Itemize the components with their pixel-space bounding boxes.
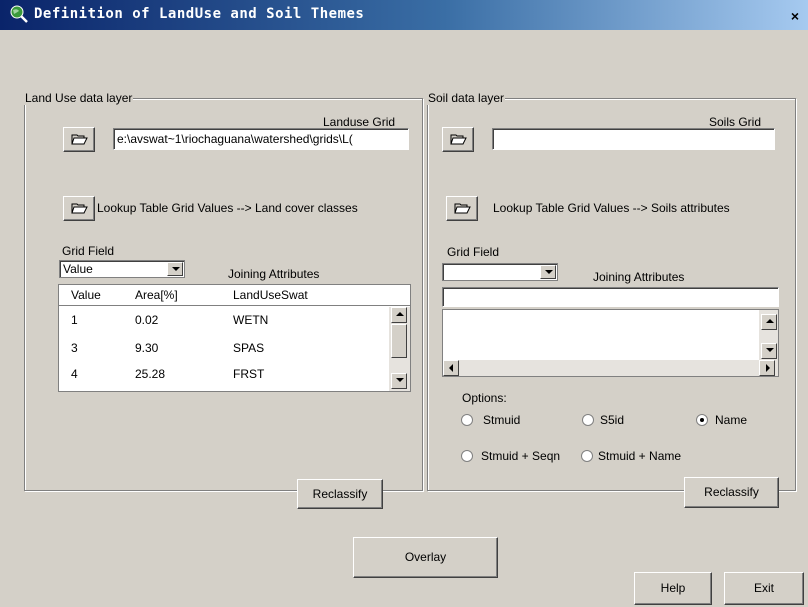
help-button[interactable]: Help — [634, 572, 712, 605]
cell-area: 25.28 — [135, 367, 166, 381]
option-stmuid-name-label: Stmuid + Name — [598, 449, 682, 463]
col-header-landuseswat: LandUseSwat — [233, 288, 308, 302]
soil-grid-browse-button[interactable] — [442, 127, 474, 152]
scroll-down-icon[interactable] — [391, 373, 407, 389]
radio-stmuid-name[interactable] — [581, 450, 593, 462]
cell-value: 4 — [71, 367, 78, 381]
landuse-table-header: Value Area[%] LandUseSwat — [59, 285, 410, 306]
landuse-table[interactable]: Value Area[%] LandUseSwat 1 0.02 WETN 3 … — [58, 284, 411, 392]
soil-table-scrollbar[interactable] — [759, 310, 778, 360]
col-header-value: Value — [71, 288, 101, 302]
overlay-button[interactable]: Overlay — [353, 537, 498, 578]
soil-lookup-label: Lookup Table Grid Values --> Soils attri… — [493, 201, 730, 215]
scroll-thumb[interactable] — [391, 324, 407, 358]
cell-value: 1 — [71, 313, 78, 327]
landuse-lookup-label: Lookup Table Grid Values --> Land cover … — [97, 201, 358, 215]
soil-grid-path[interactable] — [492, 128, 775, 150]
open-folder-icon — [71, 203, 88, 214]
landuse-grid-browse-button[interactable] — [63, 127, 95, 152]
soil-table-header — [442, 287, 779, 307]
radio-stmuid[interactable] — [461, 414, 473, 426]
soil-table-hscrollbar[interactable] — [443, 360, 778, 376]
table-row[interactable]: 4 25.28 FRST — [59, 365, 389, 385]
chevron-down-icon[interactable] — [167, 262, 183, 276]
col-header-area: Area[%] — [135, 288, 178, 302]
landuse-grid-path[interactable]: e:\avswat~1\riochaguana\watershed\grids\… — [113, 128, 409, 150]
scroll-right-icon[interactable] — [759, 360, 775, 376]
landuse-grid-label: Landuse Grid — [323, 115, 396, 129]
landuse-table-scrollbar[interactable] — [389, 307, 410, 391]
scroll-down-icon[interactable] — [761, 343, 777, 359]
scroll-left-icon[interactable] — [443, 360, 459, 376]
window-title: Definition of LandUse and Soil Themes — [34, 6, 365, 22]
option-stmuid-seqn-label: Stmuid + Seqn — [481, 449, 561, 463]
soil-joining-label: Joining Attributes — [593, 270, 685, 284]
landuse-grid-field-select[interactable]: Value — [59, 260, 185, 278]
open-folder-icon — [454, 203, 471, 214]
option-s5id-label: S5id — [600, 413, 625, 427]
scroll-up-icon[interactable] — [761, 314, 777, 330]
radio-stmuid-seqn[interactable] — [461, 450, 473, 462]
chevron-down-icon[interactable] — [540, 265, 556, 279]
soil-reclassify-button[interactable]: Reclassify — [684, 477, 779, 508]
option-name-label: Name — [715, 413, 748, 427]
soil-options-label: Options: — [462, 391, 507, 405]
landuse-joining-label: Joining Attributes — [228, 267, 320, 281]
soil-grid-label: Soils Grid — [709, 115, 762, 129]
landuse-legend: Land Use data layer — [24, 91, 134, 105]
cell-landuseswat: WETN — [233, 313, 269, 327]
exit-button[interactable]: Exit — [724, 572, 804, 605]
cell-landuseswat: FRST — [233, 367, 265, 381]
cell-area: 0.02 — [135, 313, 159, 327]
title-bar: Definition of LandUse and Soil Themes × — [0, 0, 808, 30]
open-folder-icon — [71, 134, 88, 145]
close-icon[interactable]: × — [786, 8, 804, 24]
soil-grid-field-label: Grid Field — [447, 245, 500, 259]
soil-grid-field-select[interactable] — [442, 263, 558, 281]
soil-legend: Soil data layer — [427, 91, 506, 105]
scroll-up-icon[interactable] — [391, 307, 407, 323]
globe-magnifier-icon — [10, 5, 28, 23]
open-folder-icon — [450, 134, 467, 145]
radio-s5id[interactable] — [582, 414, 594, 426]
table-row[interactable]: 1 0.02 WETN — [59, 311, 389, 331]
landuse-grid-field-value: Value — [63, 262, 93, 276]
radio-name[interactable] — [696, 414, 708, 426]
soil-table[interactable] — [442, 309, 779, 377]
cell-value: 3 — [71, 341, 78, 355]
cell-landuseswat: SPAS — [233, 341, 265, 355]
soil-lookup-browse-button[interactable] — [446, 196, 478, 221]
landuse-reclassify-button[interactable]: Reclassify — [297, 479, 383, 509]
landuse-grid-field-label: Grid Field — [62, 244, 115, 258]
cell-area: 9.30 — [135, 341, 159, 355]
option-stmuid-label: Stmuid — [483, 413, 521, 427]
table-row[interactable]: 3 9.30 SPAS — [59, 339, 389, 359]
landuse-lookup-browse-button[interactable] — [63, 196, 95, 221]
